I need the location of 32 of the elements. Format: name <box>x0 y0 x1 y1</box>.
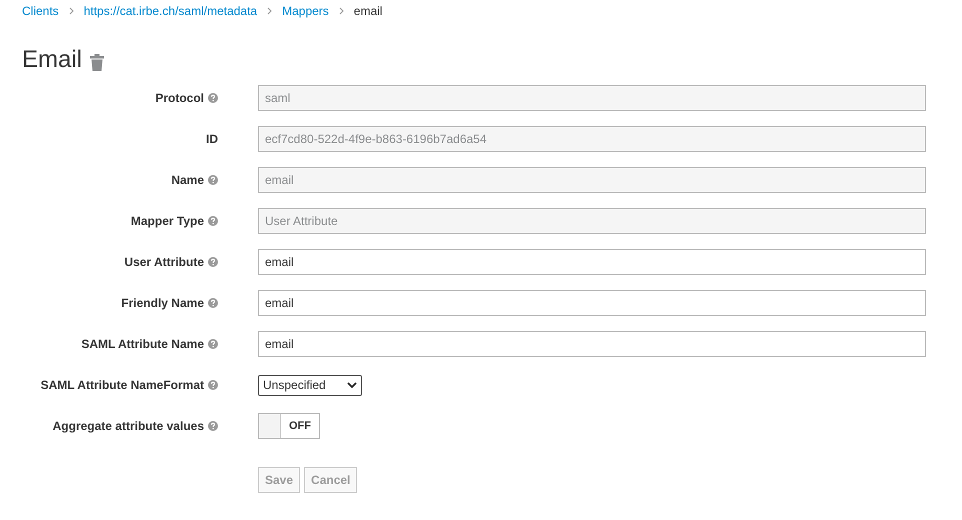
field-label: Protocol <box>155 90 204 107</box>
breadcrumb-link[interactable]: Mappers <box>282 2 329 20</box>
help-icon <box>208 380 218 390</box>
trash-icon[interactable] <box>90 54 104 70</box>
select-dropdown[interactable]: Unspecified <box>258 374 362 396</box>
text-field[interactable]: email <box>258 331 926 357</box>
field-label: SAML Attribute NameFormat <box>40 377 204 394</box>
help-icon <box>208 93 218 103</box>
toggle-switch[interactable]: OFF <box>258 413 320 439</box>
field-label: SAML Attribute Name <box>81 336 204 353</box>
help-icon <box>208 421 218 431</box>
breadcrumb-link[interactable]: Clients <box>22 2 59 20</box>
field-label: Friendly Name <box>121 295 204 312</box>
field-label: Aggregate attribute values <box>52 418 204 435</box>
text-field[interactable]: email <box>258 290 926 316</box>
breadcrumb-current: email <box>354 2 382 20</box>
chevron-down-icon <box>347 382 357 388</box>
field-label: Mapper Type <box>130 213 204 230</box>
page-title: Email <box>22 45 82 75</box>
field-label: Name <box>171 172 204 189</box>
help-icon <box>208 216 218 226</box>
help-icon <box>208 298 218 308</box>
help-icon <box>208 339 218 349</box>
chevron-right-icon <box>267 6 272 14</box>
chevron-right-icon <box>338 6 344 14</box>
field-label: ID <box>206 131 218 148</box>
text-field[interactable]: email <box>258 249 926 275</box>
help-icon <box>208 175 218 185</box>
help-icon <box>208 257 218 267</box>
breadcrumb-link[interactable]: https://cat.irbe.ch/saml/metadata <box>84 2 258 20</box>
chevron-right-icon <box>68 6 74 14</box>
field-label: User Attribute <box>124 254 204 271</box>
